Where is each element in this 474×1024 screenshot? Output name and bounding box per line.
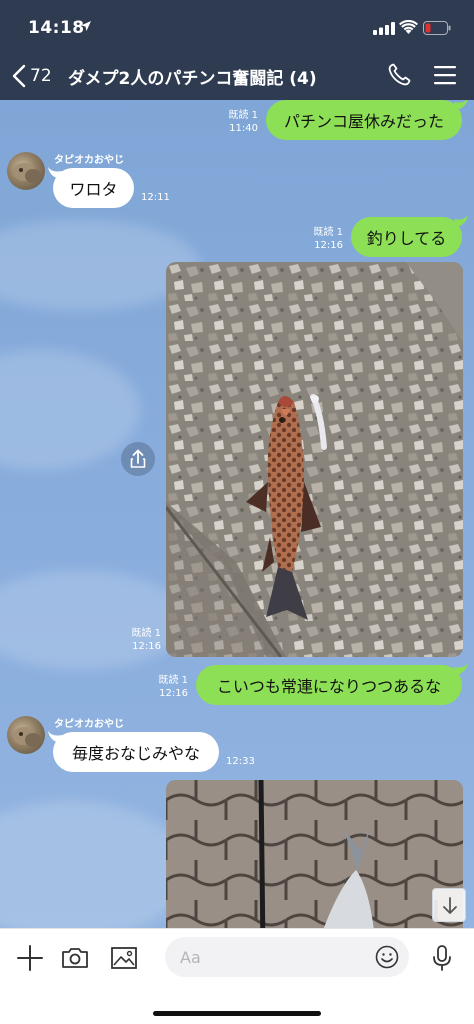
chat-header: 14:18 72 ダメプ2人のパチンコ奮闘記 (4) xyxy=(0,0,474,100)
bubble-tail xyxy=(454,663,468,675)
bubble-tail xyxy=(454,100,468,110)
background-cloud xyxy=(0,350,140,470)
emoji-icon[interactable] xyxy=(375,945,399,969)
received-message-bubble[interactable]: ワロタ xyxy=(53,168,134,208)
message-text: 毎度おなじみやな xyxy=(71,744,200,763)
share-icon xyxy=(130,449,146,468)
plus-icon[interactable] xyxy=(15,943,45,973)
message-text: ワロタ xyxy=(69,180,118,199)
photo-image xyxy=(166,780,463,928)
message-meta: 既読 1 12:16 xyxy=(125,627,161,653)
read-receipt: 既読 1 xyxy=(131,628,161,639)
avatar-image xyxy=(13,727,41,747)
phone-icon[interactable] xyxy=(386,62,412,88)
message-text: パチンコ屋休みだった xyxy=(283,112,444,131)
background-cloud xyxy=(0,570,190,670)
location-arrow-icon xyxy=(81,21,91,31)
sent-message-bubble[interactable]: 釣りしてる xyxy=(351,217,462,257)
unread-count: 72 xyxy=(30,66,52,86)
status-time: 14:18 xyxy=(28,18,85,38)
sent-message-bubble[interactable]: こいつも常連になりつつあるな xyxy=(196,665,462,705)
sent-message-bubble[interactable]: パチンコ屋休みだった xyxy=(266,100,462,140)
chat-area[interactable]: 既読 1 11:40 パチンコ屋休みだった タピオカおやじ ワロタ 12:11 … xyxy=(0,100,474,928)
message-input[interactable]: Aa xyxy=(165,937,409,977)
message-time: 12:16 xyxy=(132,641,161,652)
home-indicator xyxy=(153,1011,321,1016)
message-meta: 既読 1 12:16 xyxy=(152,674,188,700)
cellular-signal-icon xyxy=(373,22,395,35)
sent-photo-fish[interactable] xyxy=(166,780,463,928)
sender-avatar[interactable] xyxy=(7,716,45,754)
camera-icon[interactable] xyxy=(60,943,90,973)
wifi-icon xyxy=(399,20,418,34)
nav-bar: 72 ダメプ2人のパチンコ奮闘記 (4) xyxy=(0,52,474,98)
message-time: 12:16 xyxy=(159,688,188,699)
back-button[interactable]: 72 xyxy=(12,62,62,90)
image-icon[interactable] xyxy=(109,943,139,973)
received-message-bubble[interactable]: 毎度おなじみやな xyxy=(53,732,219,772)
message-time: 12:33 xyxy=(226,756,255,767)
status-bar: 14:18 xyxy=(0,14,474,44)
battery-low-icon xyxy=(423,21,451,35)
background-cloud xyxy=(0,800,190,928)
scroll-to-bottom-button[interactable] xyxy=(432,888,466,922)
message-text: 釣りしてる xyxy=(366,229,447,248)
photo-image xyxy=(166,262,463,657)
message-time: 11:40 xyxy=(229,123,258,134)
microphone-icon[interactable] xyxy=(427,943,457,973)
message-time: 12:16 xyxy=(314,240,343,251)
arrow-down-icon xyxy=(443,897,457,914)
message-meta: 既読 1 11:40 xyxy=(222,109,258,135)
menu-icon[interactable] xyxy=(432,64,458,86)
sent-photo-fish[interactable] xyxy=(166,262,463,657)
message-toolbar: Aa xyxy=(0,928,474,1024)
sender-name: タピオカおやじ xyxy=(54,719,124,730)
read-receipt: 既読 1 xyxy=(228,110,258,121)
message-time: 12:11 xyxy=(141,192,170,203)
chat-title: ダメプ2人のパチンコ奮闘記 (4) xyxy=(68,69,317,89)
message-meta: 既読 1 12:16 xyxy=(307,226,343,252)
sender-avatar[interactable] xyxy=(7,152,45,190)
read-receipt: 既読 1 xyxy=(313,227,343,238)
message-text: こいつも常連になりつつあるな xyxy=(216,677,442,696)
bubble-tail xyxy=(454,215,468,227)
share-button[interactable] xyxy=(121,442,155,476)
read-receipt: 既読 1 xyxy=(158,675,188,686)
chevron-left-icon xyxy=(12,64,26,88)
avatar-image xyxy=(13,163,41,183)
message-input-placeholder: Aa xyxy=(180,948,201,967)
sender-name: タピオカおやじ xyxy=(54,155,124,166)
